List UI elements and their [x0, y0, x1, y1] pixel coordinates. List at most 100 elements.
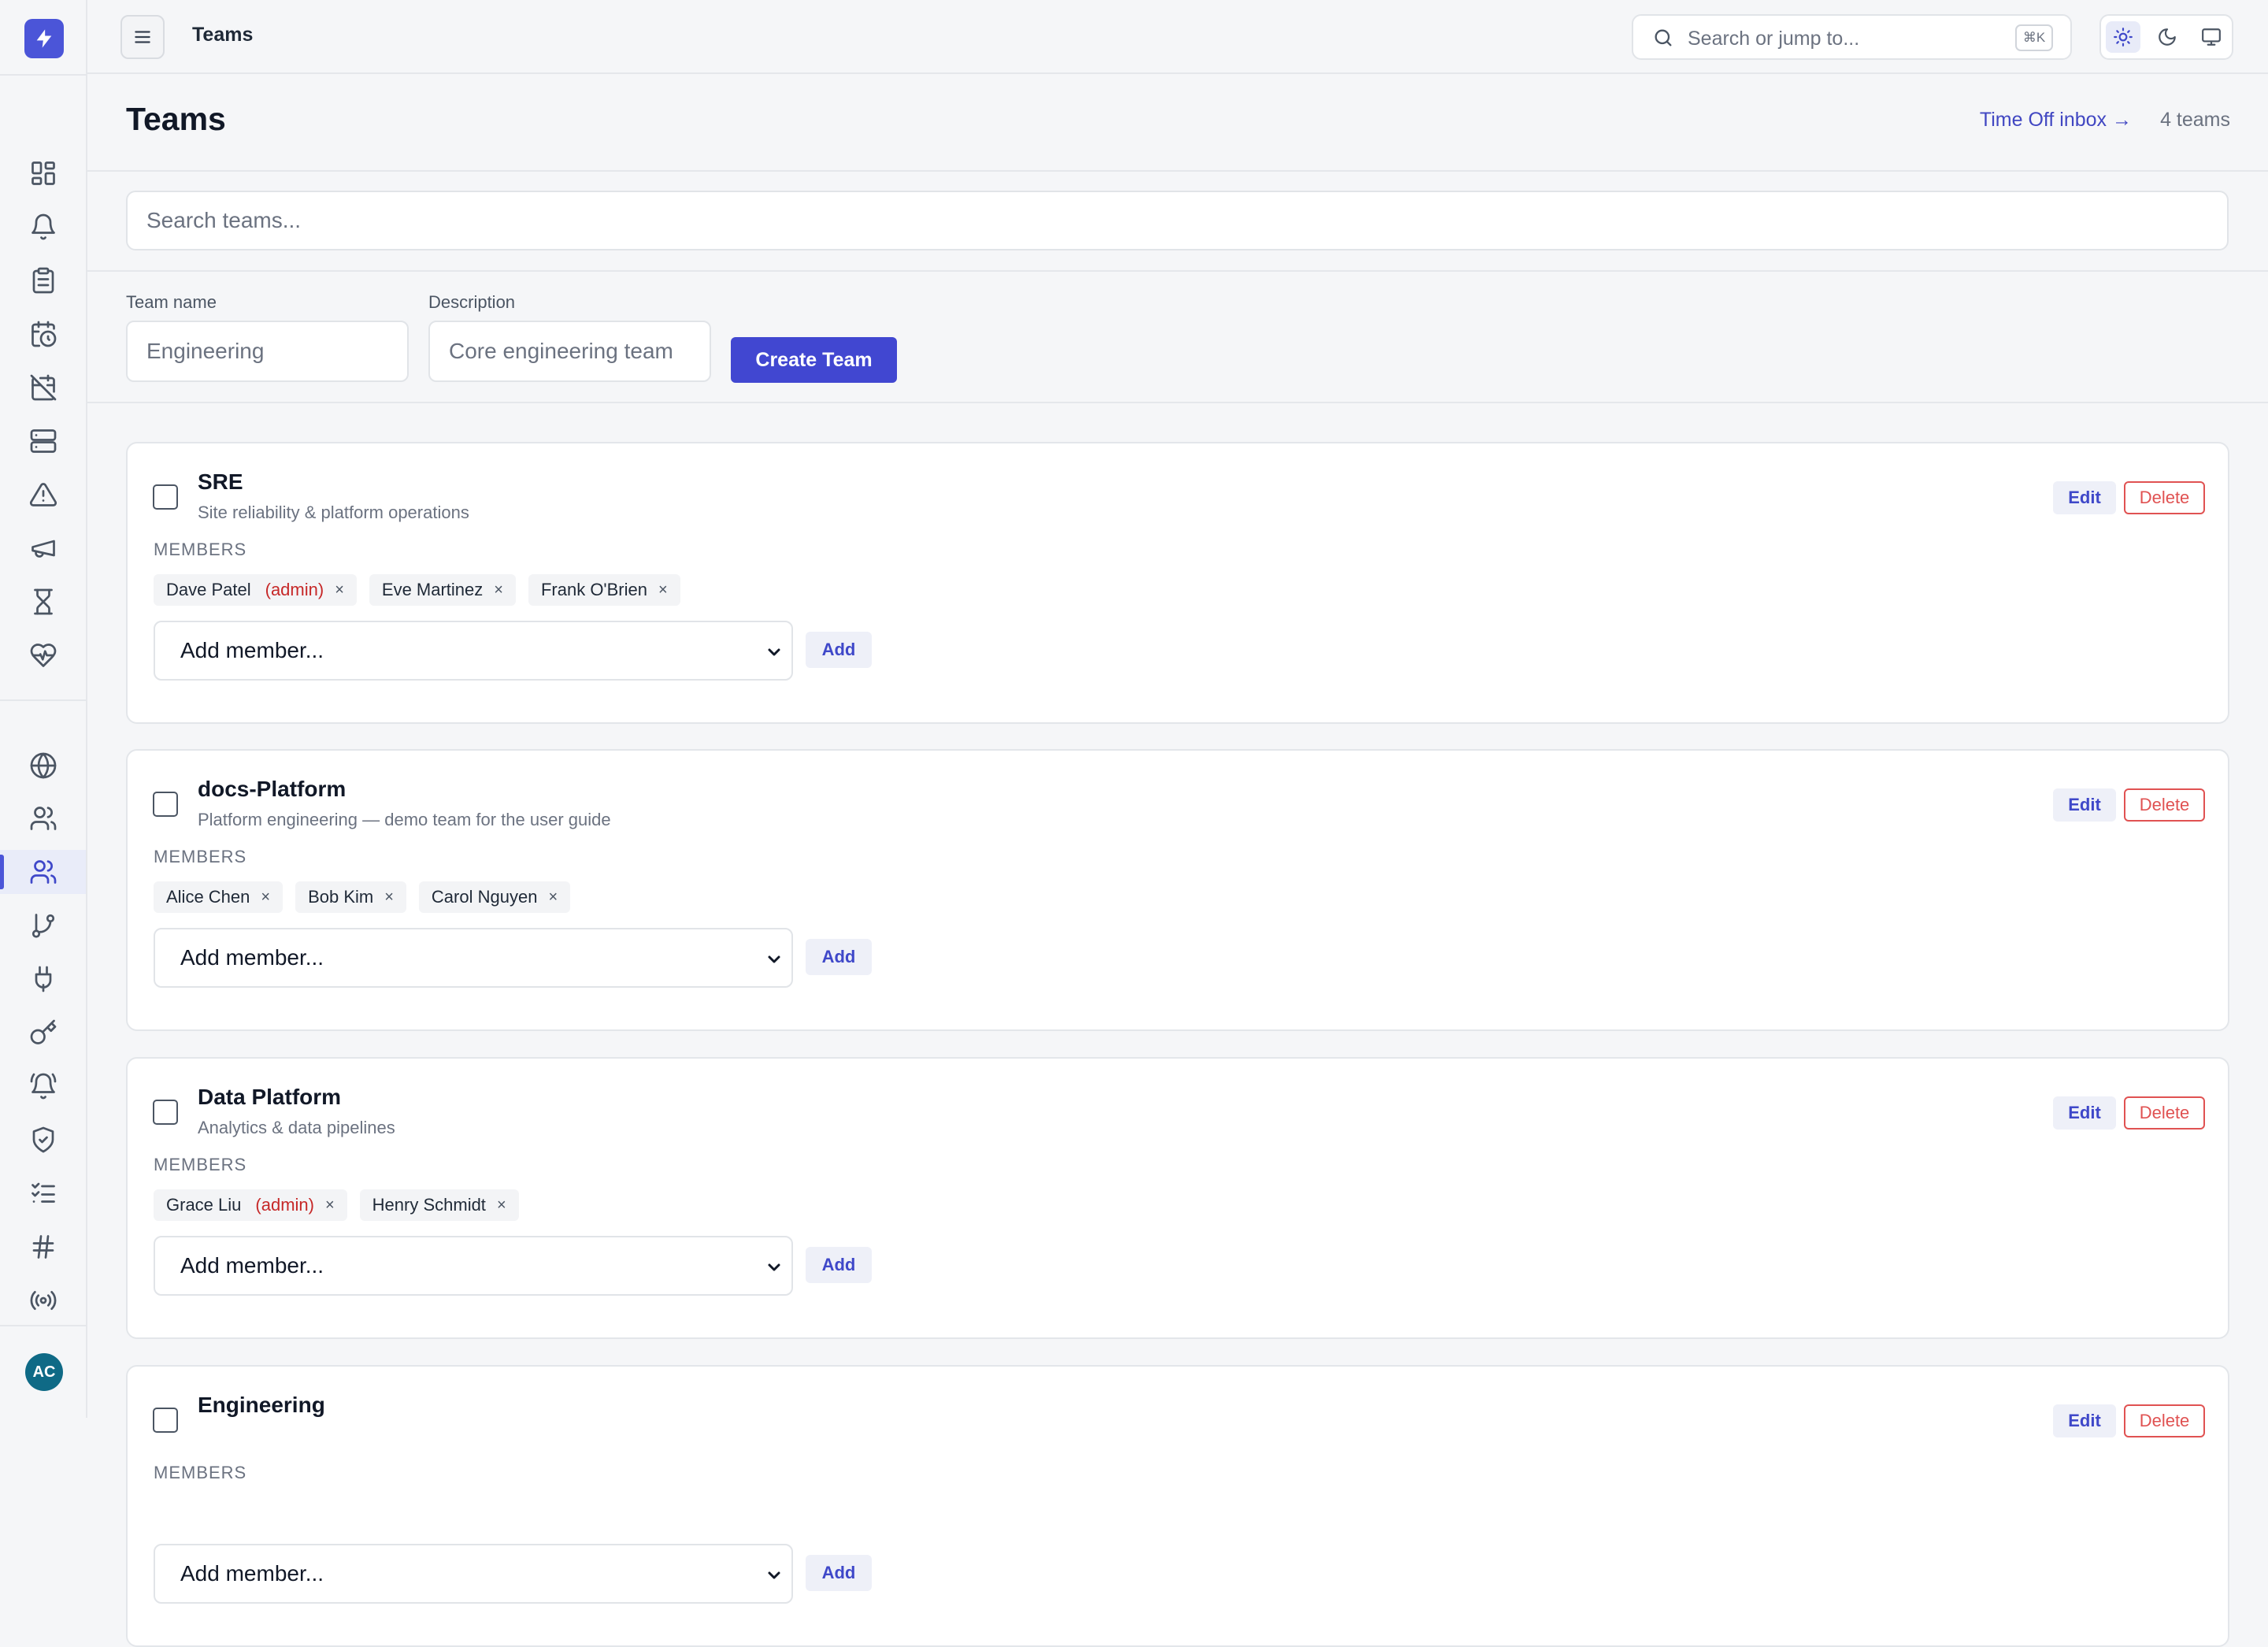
nav-escalations[interactable]	[0, 903, 86, 948]
bolt-icon	[36, 29, 52, 48]
add-member-select[interactable]: Add member...	[154, 1544, 793, 1604]
description-input[interactable]	[428, 321, 711, 382]
add-member-select[interactable]: Add member...	[154, 928, 793, 988]
admin-badge: (admin)	[265, 580, 324, 599]
shortcut-hint: ⌘K	[2015, 24, 2053, 51]
app-logo[interactable]	[24, 19, 64, 58]
add-member-button[interactable]: Add	[806, 1247, 872, 1283]
server-icon	[30, 429, 56, 453]
add-member-button[interactable]: Add	[806, 1555, 872, 1591]
user-avatar[interactable]: AC	[25, 1353, 63, 1391]
member-name: Bob Kim	[308, 887, 374, 907]
member-name: Dave Patel	[166, 580, 251, 599]
git-branch-icon	[32, 914, 54, 938]
theme-light-button[interactable]	[2106, 21, 2140, 53]
team-name: SRE	[198, 469, 243, 494]
top-bar: Teams Search or jump to... ⌘K	[87, 0, 2268, 74]
add-member-placeholder: Add member...	[180, 1561, 324, 1586]
nav-services[interactable]	[0, 419, 86, 463]
menu-toggle-button[interactable]	[120, 15, 165, 59]
add-member-placeholder: Add member...	[180, 945, 324, 970]
nav-schedule[interactable]	[0, 312, 86, 356]
member-chip: Carol Nguyen ×	[418, 881, 571, 913]
nav-tasks[interactable]	[0, 258, 86, 302]
nav-users[interactable]	[0, 796, 86, 840]
page-title: Teams	[126, 101, 226, 137]
remove-member-icon[interactable]: ×	[325, 1196, 335, 1215]
edit-team-button[interactable]: Edit	[2053, 1096, 2116, 1130]
team-select-checkbox[interactable]	[153, 484, 178, 510]
search-icon	[1655, 29, 1672, 46]
nav-broadcast[interactable]	[0, 1278, 86, 1322]
team-name: docs-Platform	[198, 777, 346, 801]
team-card: docs-Platform Platform engineering — demo…	[126, 749, 2229, 1031]
delete-team-button[interactable]: Delete	[2124, 1096, 2205, 1130]
add-member-button[interactable]: Add	[806, 632, 872, 668]
team-select-checkbox[interactable]	[153, 792, 178, 817]
broadcast-icon	[30, 1291, 56, 1310]
time-off-inbox-link[interactable]: Time Off inbox →	[1980, 109, 2132, 132]
add-member-select[interactable]: Add member...	[154, 1236, 793, 1296]
theme-switcher	[2099, 14, 2233, 60]
team-name-input[interactable]	[126, 321, 409, 382]
calendar-off-icon	[30, 374, 56, 401]
global-search[interactable]: Search or jump to... ⌘K	[1632, 14, 2072, 60]
nav-health[interactable]	[0, 633, 86, 677]
chevron-down-icon	[768, 955, 780, 963]
nav-status-pages[interactable]	[0, 744, 86, 788]
add-member-button[interactable]: Add	[806, 939, 872, 975]
bell-icon	[31, 213, 55, 240]
member-list: Grace Liu (admin) × Henry Schmidt ×	[154, 1189, 519, 1221]
clipboard-icon	[32, 267, 54, 294]
remove-member-icon[interactable]: ×	[384, 888, 394, 907]
remove-member-icon[interactable]: ×	[335, 581, 344, 599]
nav-integrations[interactable]	[0, 957, 86, 1001]
remove-member-icon[interactable]: ×	[658, 581, 668, 599]
edit-team-button[interactable]: Edit	[2053, 788, 2116, 822]
nav-timers[interactable]	[0, 580, 86, 624]
delete-team-button[interactable]: Delete	[2124, 788, 2205, 822]
add-member-select[interactable]: Add member...	[154, 621, 793, 681]
add-member-placeholder: Add member...	[180, 638, 324, 662]
dashboard-icon	[31, 161, 55, 185]
remove-member-icon[interactable]: ×	[497, 1196, 506, 1215]
search-teams-input[interactable]	[126, 191, 2229, 250]
theme-dark-button[interactable]	[2150, 21, 2185, 53]
remove-member-icon[interactable]: ×	[494, 581, 503, 599]
team-description: Analytics & data pipelines	[198, 1118, 395, 1137]
nav-incidents[interactable]	[0, 473, 86, 517]
nav-teams[interactable]	[0, 850, 86, 894]
member-chip: Henry Schmidt ×	[359, 1189, 519, 1221]
member-name: Eve Martinez	[381, 580, 484, 599]
nav-time-off[interactable]	[0, 365, 86, 410]
delete-team-button[interactable]: Delete	[2124, 481, 2205, 514]
create-team-form: Team name Description Create Team	[87, 272, 2268, 403]
team-select-checkbox[interactable]	[153, 1408, 178, 1433]
nav-announcements[interactable]	[0, 526, 86, 570]
nav-channels[interactable]	[0, 1225, 86, 1269]
team-select-checkbox[interactable]	[153, 1100, 178, 1125]
edit-team-button[interactable]: Edit	[2053, 1404, 2116, 1437]
globe-icon	[30, 752, 56, 779]
nav-dashboard[interactable]	[0, 151, 86, 195]
nav-notifications[interactable]	[0, 205, 86, 249]
plug-icon	[35, 966, 51, 992]
nav-security[interactable]	[0, 1118, 86, 1162]
edit-team-button[interactable]: Edit	[2053, 481, 2116, 514]
shield-check-icon	[32, 1126, 54, 1153]
create-team-button[interactable]: Create Team	[731, 337, 897, 383]
theme-system-button[interactable]	[2194, 21, 2229, 53]
nav-alert-rules[interactable]	[0, 1064, 86, 1108]
team-name: Data Platform	[198, 1085, 342, 1109]
nav-api-keys[interactable]	[0, 1011, 86, 1055]
hamburger-icon	[135, 31, 150, 43]
hourglass-icon	[33, 588, 53, 615]
delete-team-button[interactable]: Delete	[2124, 1404, 2205, 1437]
remove-member-icon[interactable]: ×	[261, 888, 270, 907]
bell-ring-icon	[30, 1073, 56, 1100]
nav-checklists[interactable]	[0, 1171, 86, 1215]
megaphone-icon	[31, 540, 55, 558]
users-icon	[30, 807, 56, 830]
remove-member-icon[interactable]: ×	[548, 888, 558, 907]
members-label: MEMBERS	[154, 1155, 247, 1174]
